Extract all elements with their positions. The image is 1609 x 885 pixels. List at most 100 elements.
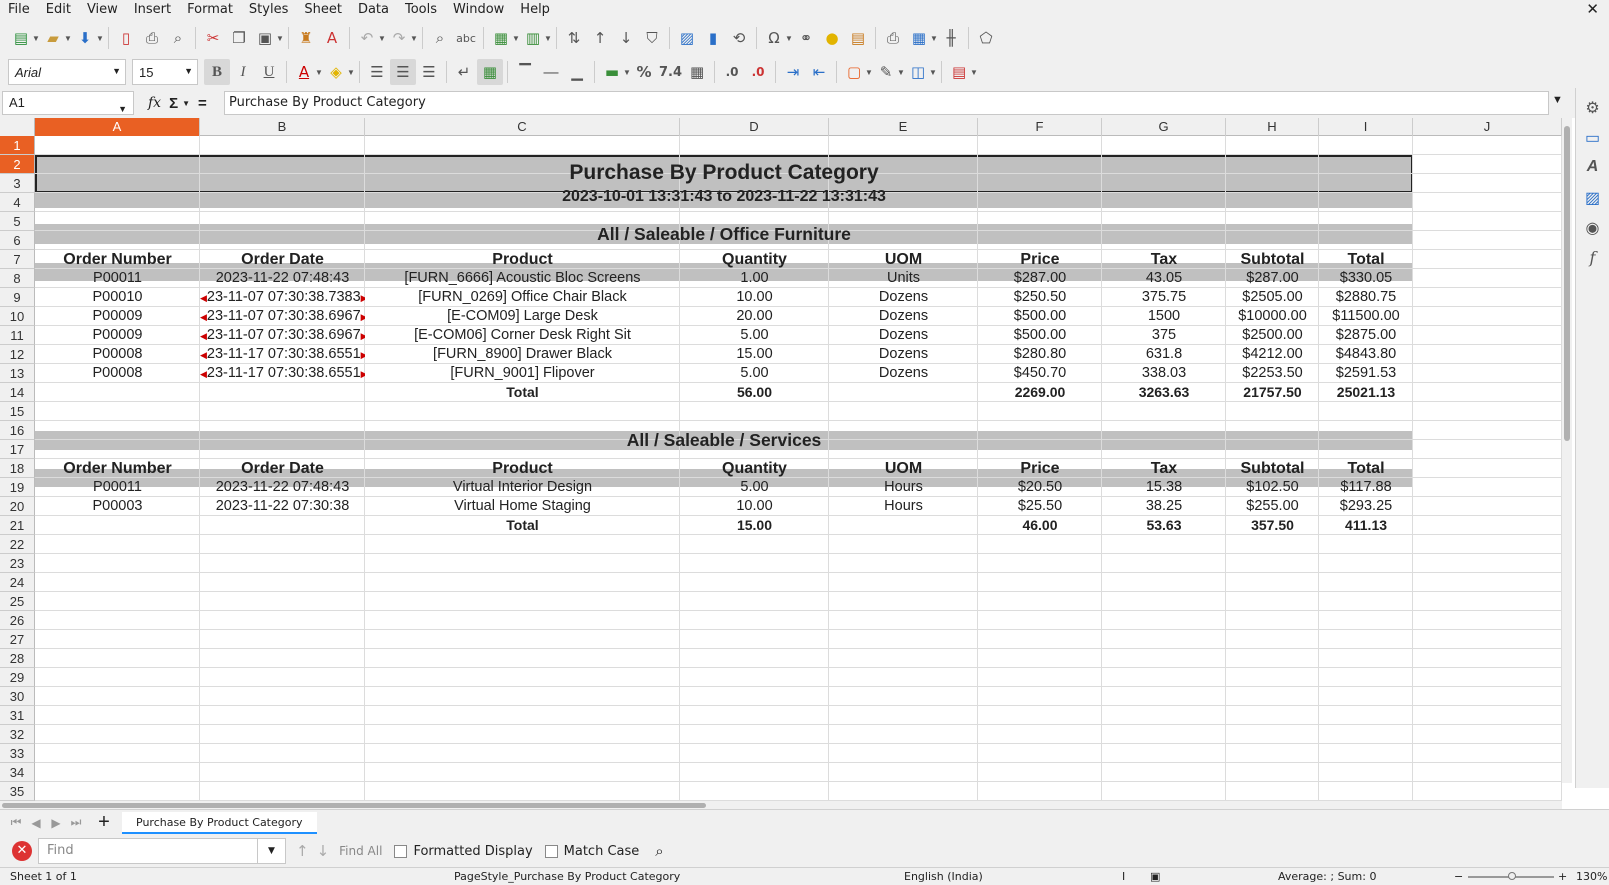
chevron-down-icon[interactable]: ▼	[897, 68, 905, 77]
total-label[interactable]: Total	[365, 383, 680, 402]
table-cell[interactable]: $450.70	[978, 364, 1102, 383]
row-header[interactable]: 32	[0, 725, 35, 744]
previous-sheet-icon[interactable]: ◀	[26, 816, 46, 830]
column-label[interactable]: Quantity	[680, 250, 829, 269]
spellcheck-icon[interactable]: abc	[453, 25, 479, 51]
total-tax[interactable]: 3263.63	[1102, 383, 1226, 402]
italic-icon[interactable]: I	[230, 59, 256, 85]
column-header[interactable]: H	[1226, 118, 1319, 136]
navigator-icon[interactable]: ◉	[1582, 218, 1604, 240]
row-header[interactable]: 33	[0, 744, 35, 763]
show-draw-functions-icon[interactable]: ⬠	[973, 25, 999, 51]
row-header[interactable]: 29	[0, 668, 35, 687]
split-window-icon[interactable]: ╫	[938, 25, 964, 51]
chevron-down-icon[interactable]: ▼	[970, 68, 978, 77]
menu-styles[interactable]: Styles	[241, 0, 296, 20]
table-cell[interactable]: $117.88	[1319, 478, 1413, 497]
row-header[interactable]: 1	[0, 136, 35, 155]
table-cell[interactable]: Hours	[829, 497, 978, 516]
row-header[interactable]: 9	[0, 288, 35, 307]
cell-area[interactable]: Purchase By Product Category 2023-10-01 …	[35, 136, 1562, 801]
export-pdf-icon[interactable]: ▯	[113, 25, 139, 51]
column-label[interactable]: Quantity	[680, 459, 829, 478]
row-header[interactable]: 25	[0, 592, 35, 611]
table-cell[interactable]: P00011	[35, 269, 200, 288]
chevron-down-icon[interactable]: ▼	[623, 68, 631, 77]
table-cell[interactable]: 338.03	[1102, 364, 1226, 383]
table-cell[interactable]: $2253.50	[1226, 364, 1319, 383]
report-date-range[interactable]: 2023-10-01 13:31:43 to 2023-11-22 13:31:…	[35, 187, 1413, 207]
find-history-dropdown[interactable]: ▼	[258, 838, 286, 864]
row-header[interactable]: 35	[0, 782, 35, 801]
border-color-icon[interactable]: ◫	[905, 59, 931, 85]
table-cell[interactable]: 20.00	[680, 307, 829, 326]
row-header[interactable]: 31	[0, 706, 35, 725]
sort-descending-icon[interactable]: ↓	[613, 25, 639, 51]
column-label[interactable]: Product	[365, 459, 680, 478]
chevron-down-icon[interactable]: ▼	[410, 34, 418, 43]
table-cell[interactable]: 10.00	[680, 497, 829, 516]
table-cell[interactable]: 5.00	[680, 326, 829, 345]
chevron-down-icon[interactable]: ▼	[785, 34, 793, 43]
new-document-icon[interactable]: ▤	[8, 25, 34, 51]
paste-icon[interactable]: ▣	[252, 25, 278, 51]
table-cell[interactable]: $330.05	[1319, 269, 1413, 288]
menu-insert[interactable]: Insert	[126, 0, 179, 20]
total-subtotal[interactable]: 21757.50	[1226, 383, 1319, 402]
chevron-down-icon[interactable]: ▼	[865, 68, 873, 77]
pivot-table-icon[interactable]: ⟲	[726, 25, 752, 51]
menu-file[interactable]: File	[0, 0, 38, 20]
table-cell[interactable]: $2875.00	[1319, 326, 1413, 345]
next-sheet-icon[interactable]: ▶	[46, 816, 66, 830]
total-price[interactable]: 2269.00	[978, 383, 1102, 402]
row-header[interactable]: 30	[0, 687, 35, 706]
table-cell[interactable]: Units	[829, 269, 978, 288]
chevron-down-icon[interactable]: ▼	[276, 34, 284, 43]
table-cell[interactable]: P00008	[35, 364, 200, 383]
row-header[interactable]: 27	[0, 630, 35, 649]
total-total[interactable]: 25021.13	[1319, 383, 1413, 402]
chevron-down-icon[interactable]: ▼	[182, 99, 190, 108]
sort-ascending-icon[interactable]: ↑	[587, 25, 613, 51]
insert-chart-icon[interactable]: ▮	[700, 25, 726, 51]
table-cell[interactable]: P00010	[35, 288, 200, 307]
section-title[interactable]: All / Saleable / Services	[35, 430, 1413, 450]
table-cell[interactable]: Dozens	[829, 364, 978, 383]
table-cell[interactable]: $11500.00	[1319, 307, 1413, 326]
table-cell[interactable]: [FURN_8900] Drawer Black	[365, 345, 680, 364]
insert-image-icon[interactable]: ▨	[674, 25, 700, 51]
add-decimal-icon[interactable]: .0	[719, 59, 745, 85]
add-sheet-icon[interactable]: +	[92, 811, 116, 834]
chevron-down-icon[interactable]: ▼	[378, 34, 386, 43]
chevron-down-icon[interactable]: ▼	[184, 66, 193, 76]
column-icon[interactable]: ▥	[520, 25, 546, 51]
table-cell[interactable]: 375.75	[1102, 288, 1226, 307]
column-label[interactable]: Order Date	[200, 459, 365, 478]
chevron-down-icon[interactable]: ▼	[930, 34, 938, 43]
header-footer-icon[interactable]: ▤	[845, 25, 871, 51]
formula-equals-icon[interactable]: =	[198, 95, 207, 112]
table-cell[interactable]: ◀23-11-07 07:30:38.6967▶	[200, 307, 365, 326]
column-header[interactable]: E	[829, 118, 978, 136]
formatted-display-checkbox[interactable]	[394, 844, 408, 858]
close-find-bar-icon[interactable]: ✕	[12, 841, 32, 861]
row-header[interactable]: 17	[0, 440, 35, 459]
total-quantity[interactable]: 56.00	[680, 383, 829, 402]
bold-icon[interactable]: B	[204, 59, 230, 85]
column-label[interactable]: Subtotal	[1226, 250, 1319, 269]
column-label[interactable]: Product	[365, 250, 680, 269]
first-sheet-icon[interactable]: ⏮	[6, 815, 26, 830]
zoom-out-icon[interactable]: −	[1454, 870, 1463, 883]
menu-view[interactable]: View	[79, 0, 126, 20]
total-price[interactable]: 46.00	[978, 516, 1102, 535]
row-header[interactable]: 10	[0, 307, 35, 326]
sum-icon[interactable]: Σ	[169, 95, 178, 112]
total-subtotal[interactable]: 357.50	[1226, 516, 1319, 535]
properties-icon[interactable]: ▭	[1582, 128, 1604, 150]
row-header[interactable]: 3	[0, 174, 35, 193]
table-cell[interactable]: ◀23-11-07 07:30:38.6967▶	[200, 326, 365, 345]
row-header[interactable]: 6	[0, 231, 35, 250]
sheet-tab-active[interactable]: Purchase By Product Category	[122, 811, 317, 834]
table-cell[interactable]: 2023-11-22 07:48:43	[200, 478, 365, 497]
increase-indent-icon[interactable]: ⇥	[780, 59, 806, 85]
